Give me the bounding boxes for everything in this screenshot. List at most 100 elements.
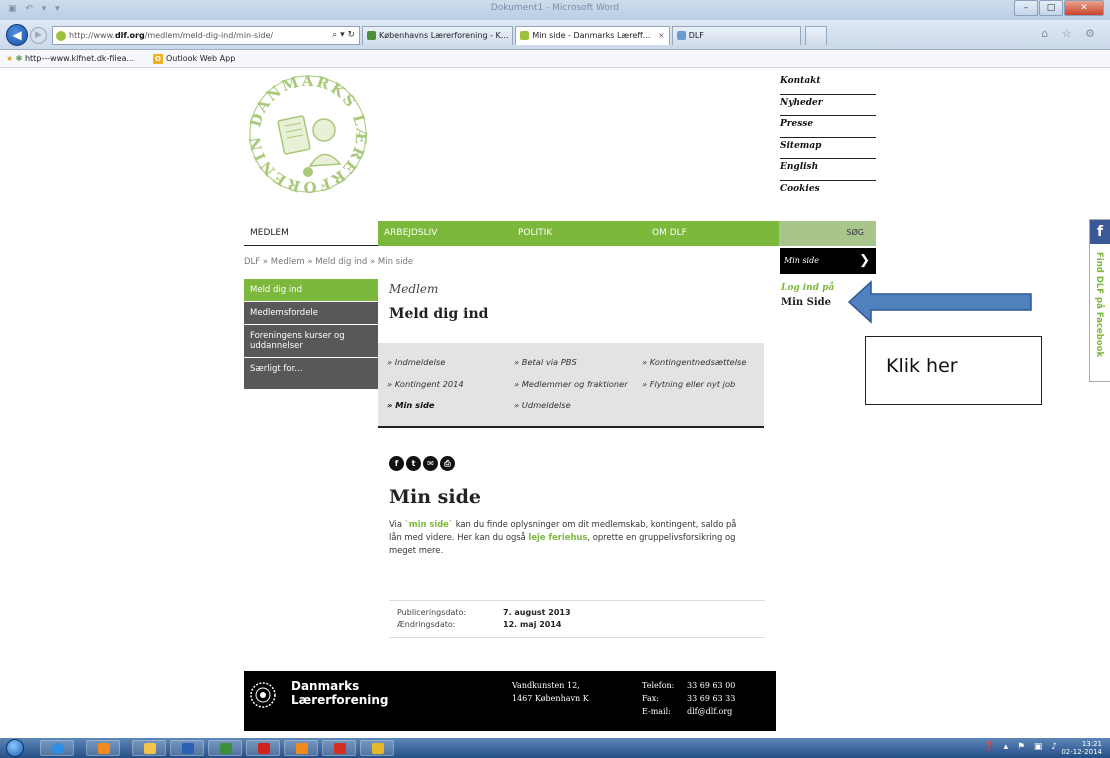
top-link-english[interactable]: English <box>780 159 876 181</box>
subnav-indmeldelse[interactable]: » Indmeldelse <box>387 357 445 367</box>
taskbar-outlook[interactable] <box>86 740 120 756</box>
taskbar-ie[interactable] <box>40 740 74 756</box>
subnav-min-side[interactable]: » Min side <box>387 400 435 410</box>
favorites-item-outlook[interactable]: O Outlook Web App <box>153 50 235 68</box>
sidebar-item-saerligt[interactable]: Særligt for... <box>244 358 378 390</box>
favorites-item-klfnet[interactable]: ★ ❃ http---www.klfnet.dk-filea... <box>6 50 134 68</box>
tab-strip: Københavns Lærerforening - K... Min side… <box>362 26 828 45</box>
taskbar-flash[interactable] <box>322 740 356 756</box>
login-label[interactable]: Log ind på <box>781 283 834 293</box>
pub-date-value: 7. august 2013 <box>503 608 571 617</box>
nav-politik[interactable]: POLITIK <box>512 221 646 246</box>
clock-date: 02-12-2014 <box>1061 748 1102 756</box>
tab-favicon-icon <box>367 31 376 40</box>
top-link-nyheder[interactable]: Nyheder <box>780 95 876 116</box>
tab-label: DLF <box>688 31 704 40</box>
email-label: E-mail: <box>642 707 671 716</box>
start-button[interactable] <box>6 739 24 757</box>
leje-feriehus-link[interactable]: leje feriehus <box>528 532 587 542</box>
sidebar-item-medlemsfordele[interactable]: Medlemsfordele <box>244 302 378 325</box>
search-button[interactable]: SØG <box>779 221 876 246</box>
site-footer: Danmarks Lærerforening Vandkunsten 12, 1… <box>244 671 776 731</box>
email-link[interactable]: dlf@dlf.org <box>687 705 732 718</box>
tab-dlf[interactable]: DLF <box>671 26 802 45</box>
subnav-medlemmer[interactable]: » Medlemmer og fraktioner <box>514 379 628 389</box>
browser-tool-icons[interactable]: ⌂ ☆ ⚙ <box>1041 27 1100 40</box>
clock[interactable]: 13:21 02-12-2014 <box>1061 740 1102 756</box>
footer-org-name: Danmarks Lærerforening <box>291 679 389 707</box>
address-bar[interactable]: http://www.dlf.org/medlem/meld-dig-ind/m… <box>52 26 360 45</box>
nav-arbejdsliv[interactable]: ARBEJDSLIV <box>378 221 512 246</box>
footer-address-line: Vandkunsten 12, <box>512 681 580 690</box>
tray-icons[interactable]: ❓ ▴ ⚑ ▣ ♪ <box>984 742 1060 752</box>
url-path: /medlem/meld-dig-ind/min-side/ <box>144 31 274 40</box>
maximize-button[interactable]: □ <box>1039 0 1063 16</box>
outlook-icon <box>98 743 110 754</box>
nav-medlem[interactable]: MEDLEM <box>244 221 378 246</box>
tab-close-icon[interactable]: × <box>658 31 665 40</box>
subnav-flytning[interactable]: » Flytning eller nyt job <box>642 379 735 389</box>
share-buttons: f t ✉ ⎙ <box>389 456 457 471</box>
top-link-cookies[interactable]: Cookies <box>780 181 876 203</box>
login-min-side-link[interactable]: Min Side <box>781 297 831 308</box>
back-button[interactable]: ◀ <box>6 24 28 46</box>
min-side-box[interactable]: Min side ❯ <box>780 248 876 274</box>
email-share-icon[interactable]: ✉ <box>423 456 438 471</box>
annotation-arrow-icon <box>847 280 1032 324</box>
windows-taskbar: ❓ ▴ ⚑ ▣ ♪ 13:21 02-12-2014 <box>0 738 1110 758</box>
article-dates: Publiceringsdato: 7. august 2013 Ændrings… <box>389 600 765 638</box>
tab-kobenhavns[interactable]: Københavns Lærerforening - K... <box>362 26 514 45</box>
print-icon[interactable]: ⎙ <box>440 456 455 471</box>
twitter-share-icon[interactable]: t <box>406 456 421 471</box>
sidebar-item-meld-dig-ind[interactable]: Meld dig ind <box>244 279 378 302</box>
taskbar-word[interactable] <box>170 740 204 756</box>
flash-icon <box>334 743 346 754</box>
window-titlebar: ▣ ↶ ▾ ▾ Dokument1 - Microsoft Word – □ ✕ <box>0 0 1110 20</box>
breadcrumb-medlem[interactable]: Medlem <box>271 257 305 267</box>
mod-date-value: 12. maj 2014 <box>503 620 562 629</box>
sidebar-item-kurser[interactable]: Foreningens kurser og uddannelser <box>244 325 378 358</box>
subnav-betal-pbs[interactable]: » Betal via PBS <box>514 357 577 367</box>
top-link-kontakt[interactable]: Kontakt <box>780 73 876 95</box>
forward-button[interactable]: ▶ <box>30 27 47 44</box>
taskbar-office[interactable] <box>284 740 318 756</box>
facebook-share-icon[interactable]: f <box>389 456 404 471</box>
facebook-tab[interactable]: f Find DLF på Facebook <box>1089 219 1110 382</box>
facebook-icon: f <box>1090 220 1110 244</box>
top-link-sitemap[interactable]: Sitemap <box>780 138 876 159</box>
taskbar-other[interactable] <box>360 740 394 756</box>
main-nav: MEDLEM ARBEJDSLIV POLITIK OM DLF SØG <box>244 221 876 246</box>
minimize-button[interactable]: – <box>1014 0 1038 16</box>
site-favicon-icon <box>56 31 66 41</box>
address-controls[interactable]: ⌕ ▾ ↻ <box>332 27 355 44</box>
taskbar-explorer[interactable] <box>132 740 166 756</box>
taskbar-acrobat[interactable] <box>246 740 280 756</box>
favorites-bar: ★ ❃ http---www.klfnet.dk-filea... O Outlo… <box>0 50 1110 68</box>
chevron-right-icon: ❯ <box>859 253 870 268</box>
page-heading: Meld dig ind <box>389 306 489 322</box>
tab-min-side[interactable]: Min side - Danmarks Læreff... × <box>515 26 670 45</box>
breadcrumb-meld-dig-ind[interactable]: Meld dig ind <box>315 257 367 267</box>
body-text-part: Via <box>389 519 405 529</box>
subnav-kontingent[interactable]: » Kontingent 2014 <box>387 379 464 389</box>
top-link-presse[interactable]: Presse <box>780 116 876 138</box>
folder-icon <box>144 743 156 754</box>
taskbar-excel[interactable] <box>208 740 242 756</box>
favorites-item-label: http---www.klfnet.dk-filea... <box>24 54 135 63</box>
close-button[interactable]: ✕ <box>1064 0 1104 16</box>
fax-value: 33 69 63 33 <box>687 694 736 703</box>
mod-date-label: Ændringsdato: <box>397 620 456 629</box>
pub-date-label: Publiceringsdato: <box>397 608 467 617</box>
tab-label: Min side - Danmarks Læreff... <box>532 31 651 40</box>
subnav-kontingentnedsaettelse[interactable]: » Kontingentnedsættelse <box>642 357 747 367</box>
new-tab-button[interactable] <box>805 26 828 45</box>
subnav-udmeldelse[interactable]: » Udmeldelse <box>514 400 571 410</box>
footer-seal-icon <box>250 682 276 708</box>
breadcrumb-dlf[interactable]: DLF <box>244 257 260 267</box>
footer-contact: Telefon: 33 69 63 00 Fax: 33 69 63 33 E-ma… <box>642 679 735 718</box>
app-icon <box>372 743 384 754</box>
ie-icon <box>52 743 64 754</box>
dlf-logo[interactable]: DANMARKS LÆRERFORENING <box>248 74 368 194</box>
min-side-link[interactable]: `min side` <box>405 519 453 529</box>
nav-om-dlf[interactable]: OM DLF <box>646 221 779 246</box>
